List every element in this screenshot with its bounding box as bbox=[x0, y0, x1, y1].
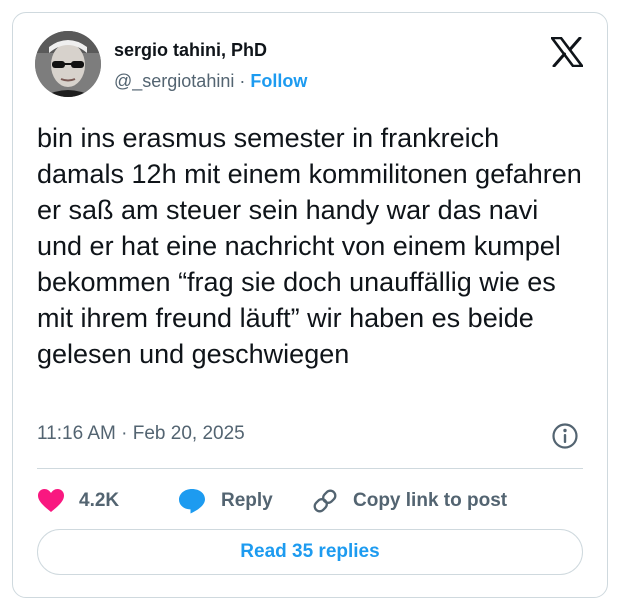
tweet-text: bin ins erasmus semester in frankreich d… bbox=[37, 123, 582, 369]
tweet-timestamp[interactable]: 11:16 AM · Feb 20, 2025 bbox=[37, 423, 245, 445]
like-button[interactable]: 4.2K bbox=[37, 479, 119, 523]
avatar-image bbox=[35, 31, 101, 97]
link-icon bbox=[313, 489, 337, 513]
tweet-card: sergio tahini, PhD @_sergiotahini · Foll… bbox=[12, 12, 608, 598]
avatar[interactable] bbox=[35, 31, 101, 97]
separator-dot: · bbox=[234, 71, 251, 91]
user-handle[interactable]: @_sergiotahini bbox=[114, 71, 234, 91]
like-count: 4.2K bbox=[79, 490, 120, 511]
copy-link-label: Copy link to post bbox=[353, 490, 508, 511]
speech-bubble-icon bbox=[179, 489, 205, 514]
x-logo-icon[interactable] bbox=[551, 37, 583, 67]
reply-button[interactable]: Reply bbox=[177, 479, 273, 523]
divider bbox=[37, 468, 583, 469]
read-replies-button[interactable]: Read 35 replies bbox=[37, 529, 583, 575]
heart-icon bbox=[38, 489, 64, 512]
info-icon[interactable] bbox=[551, 422, 579, 450]
handle-row: @_sergiotahini · Follow bbox=[114, 71, 307, 92]
display-name[interactable]: sergio tahini, PhD bbox=[114, 40, 267, 61]
read-replies-label: Read 35 replies bbox=[240, 541, 380, 562]
reply-label: Reply bbox=[221, 490, 273, 511]
copy-link-button[interactable]: Copy link to post bbox=[311, 479, 507, 523]
follow-button[interactable]: Follow bbox=[250, 71, 307, 91]
